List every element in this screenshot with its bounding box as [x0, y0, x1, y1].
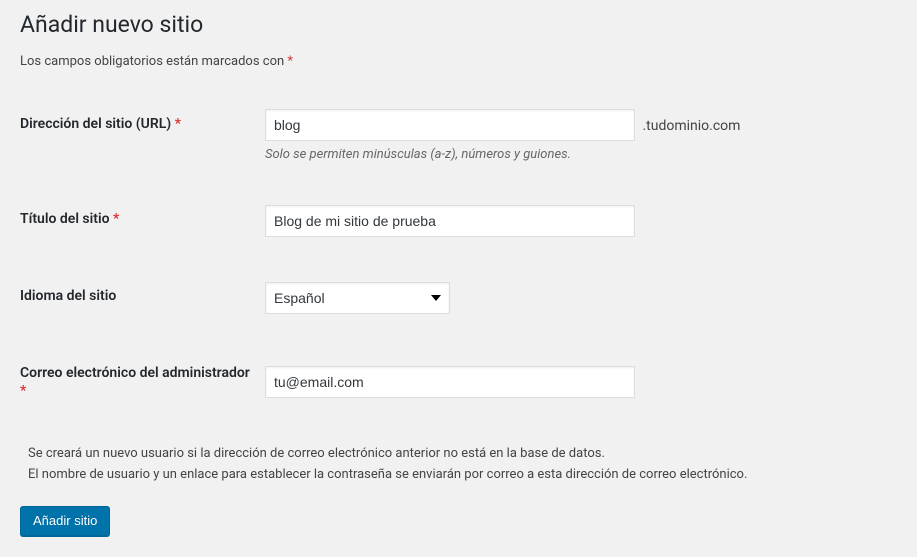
- required-asterisk: *: [287, 54, 293, 69]
- site-url-input[interactable]: [265, 109, 635, 141]
- admin-email-input[interactable]: [265, 366, 635, 398]
- required-asterisk: *: [113, 211, 119, 227]
- required-fields-note: Los campos obligatorios están marcados c…: [20, 54, 897, 69]
- site-url-suffix: .tudominio.com: [642, 118, 740, 134]
- info-line-1: Se creará un nuevo usuario si la direcci…: [28, 444, 897, 465]
- site-title-input[interactable]: [265, 205, 635, 237]
- site-title-label: Título del sitio *: [20, 190, 265, 267]
- admin-email-label: Correo electrónico del administrador *: [20, 344, 265, 420]
- required-asterisk: *: [175, 116, 181, 132]
- info-text: Se creará un nuevo usuario si la direcci…: [28, 444, 897, 486]
- site-language-select[interactable]: Español: [265, 282, 450, 314]
- site-url-description: Solo se permiten minúsculas (a-z), númer…: [265, 147, 887, 162]
- site-url-label: Dirección del sitio (URL) *: [20, 97, 265, 190]
- site-language-label: Idioma del sitio: [20, 267, 265, 344]
- page-title: Añadir nuevo sitio: [20, 10, 897, 40]
- required-asterisk: *: [20, 383, 26, 399]
- add-site-button[interactable]: Añadir sitio: [20, 506, 110, 536]
- info-line-2: El nombre de usuario y un enlace para es…: [28, 465, 897, 486]
